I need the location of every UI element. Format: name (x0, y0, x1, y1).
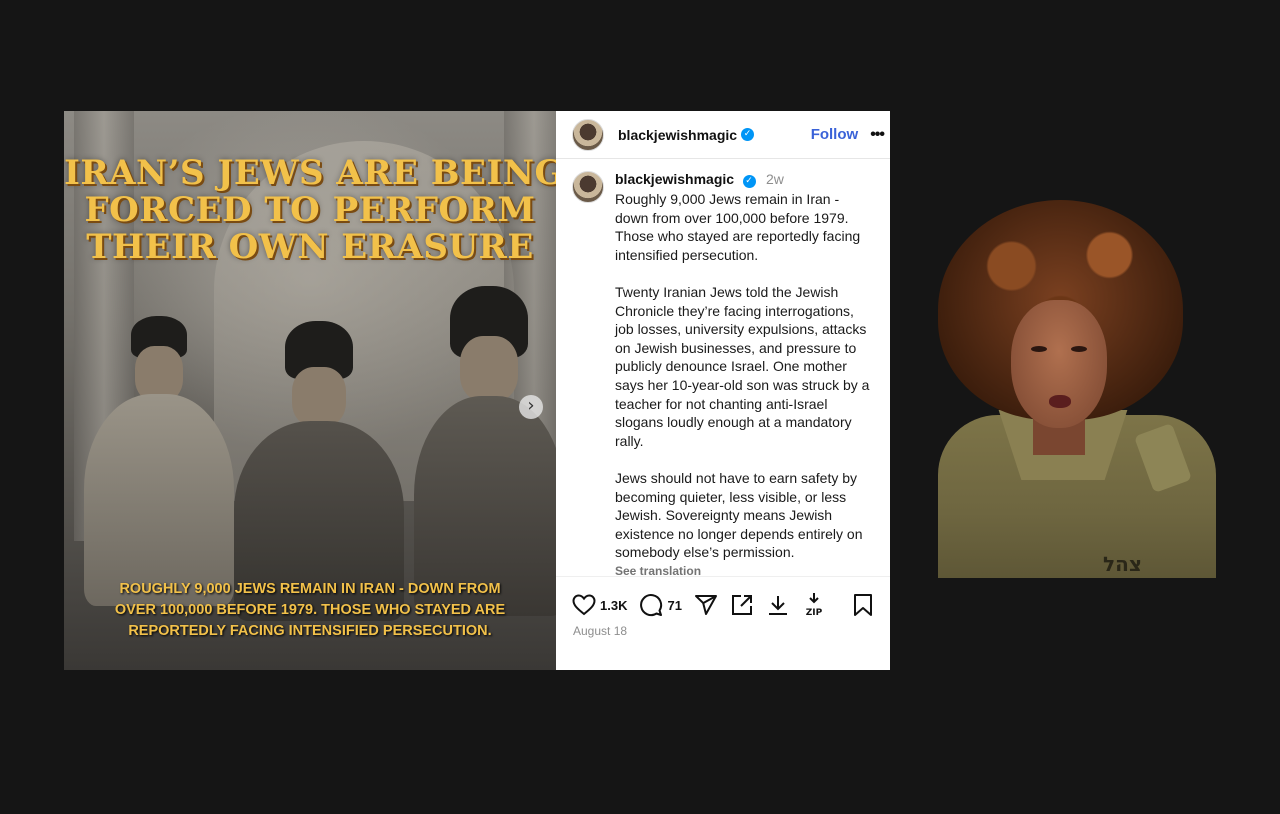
chevron-right-icon: › (527, 395, 535, 416)
follow-button[interactable]: Follow (811, 126, 859, 143)
divider (556, 576, 890, 577)
photo-figure-middle (234, 321, 404, 621)
face (1011, 300, 1107, 428)
mouth (1049, 395, 1071, 408)
headline-line: IRAN’S JEWS ARE BEING (64, 153, 556, 193)
zip-label: ZIP (806, 608, 823, 618)
avatar[interactable] (572, 118, 604, 151)
eye-right (1071, 346, 1087, 352)
verified-badge-icon: ✓ (741, 128, 755, 141)
comment-icon (640, 594, 663, 617)
post-header: blackjewishmagic ✓ Follow ••• (556, 111, 890, 159)
comment-button[interactable]: 71 (639, 593, 682, 617)
download-button[interactable] (766, 593, 790, 617)
header-username[interactable]: blackjewishmagic (618, 127, 737, 143)
post-headline: IRAN’S JEWS ARE BEING FORCED TO PERFORM … (64, 155, 556, 266)
open-external-button[interactable] (730, 593, 754, 617)
carousel-next-button[interactable]: › (519, 395, 543, 419)
comment-count: 71 (667, 597, 682, 613)
post-sidebar: blackjewishmagic ✓ Follow ••• blackjewis… (556, 111, 890, 670)
post-age: 2w (765, 171, 784, 187)
caption-text: Roughly 9,000 Jews remain in Iran - down… (615, 191, 870, 561)
external-link-icon (731, 595, 752, 615)
caption-username[interactable]: blackjewishmagic (615, 171, 734, 187)
photo-figure-right (414, 286, 556, 616)
heart-icon (572, 594, 596, 616)
action-bar: 1.3K 71 ZIP (572, 592, 874, 618)
caption-avatar[interactable] (572, 171, 604, 203)
zip-download-button[interactable]: ZIP (802, 592, 826, 618)
image-caption-line: OVER 100,000 BEFORE 1979. THOSE WHO STAY… (114, 602, 506, 618)
share-icon (694, 595, 717, 615)
like-button[interactable]: 1.3K (572, 594, 627, 616)
headline-line: FORCED TO PERFORM (84, 190, 536, 230)
image-caption-line: REPORTEDLY FACING INTENSIFIED PERSECUTIO… (128, 623, 492, 639)
eye-left (1031, 346, 1047, 352)
headline-line: THEIR OWN ERASURE (86, 227, 534, 267)
download-icon (768, 596, 787, 615)
share-button[interactable] (694, 593, 718, 617)
zip-icon: ZIP (806, 593, 823, 618)
like-count: 1.3K (600, 597, 628, 613)
post-image[interactable]: IRAN’S JEWS ARE BEING FORCED TO PERFORM … (64, 111, 556, 670)
image-caption: ROUGHLY 9,000 JEWS REMAIN IN IRAN - DOWN… (64, 579, 556, 642)
caption-area: blackjewishmagic ✓ 2w Roughly 9,000 Jews… (556, 159, 890, 578)
verified-badge-icon: ✓ (742, 175, 756, 188)
post-date: August 18 (573, 624, 628, 638)
save-button[interactable] (852, 593, 874, 617)
uniform-patch: צהל (1103, 552, 1142, 576)
bookmark-icon (854, 594, 872, 616)
more-options-icon[interactable]: ••• (870, 126, 885, 144)
photo-figure-left (84, 316, 234, 606)
image-caption-line: ROUGHLY 9,000 JEWS REMAIN IN IRAN - DOWN… (119, 581, 501, 597)
person-cutout: צהל (938, 200, 1216, 578)
